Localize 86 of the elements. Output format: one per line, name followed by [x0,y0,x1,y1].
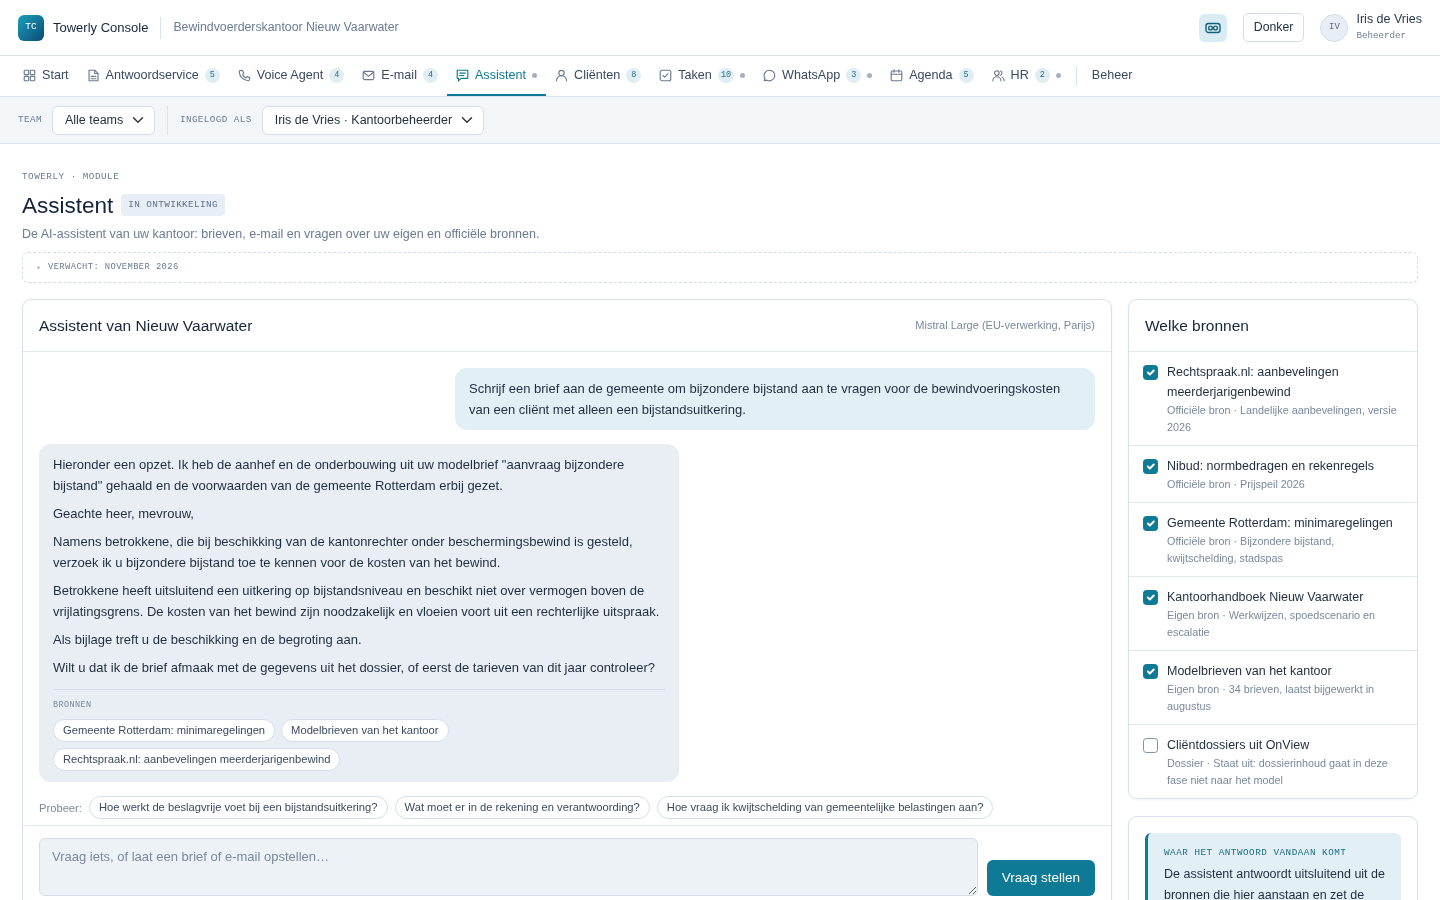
source-checkbox[interactable] [1143,458,1158,474]
chat-icon [455,68,469,82]
callout-title: WAAR HET ANTWOORD VANDAAN KOMT [1164,845,1348,860]
source-title: Modelbrieven van het kantoor [1167,662,1333,680]
message-text: Wilt u dat ik de brief afmaak met de gegevens uit het dossier, of eerst de tarieven van dit jaar controleer? [53,658,656,677]
source-title: Gemeente Rotterdam: minimaregelingen [1167,514,1394,532]
person-icon [555,68,569,82]
nav-tab[interactable]: Cliënten 8 [546,56,651,96]
count-badge: 5 [958,67,974,83]
user-role: Beheerder [1356,28,1408,43]
page-title: Assistent [22,191,114,219]
expected-date-text: VERWACHT: NOVEMBER 2026 [48,260,179,274]
nav-tab[interactable]: Agenda 5 [881,56,983,96]
source-meta: Officiële bron · Bijzondere bijstand, kwijtschelding, stadspas [1167,533,1336,566]
card-title: Welke bronnen [1145,315,1249,336]
count-badge: 3 [846,67,862,83]
nav-tab[interactable]: WhatsApp 3 [754,56,882,96]
message-text: Schrijf een brief aan de gemeente om bijzondere bijstand aan te vragen voor de bewindvoeringskosten van een cliënt met alleen een bijstandsuitkering. [469,379,1062,419]
nav-tab[interactable]: Start [14,56,78,96]
filter-select[interactable]: Alle teams [51,105,155,135]
bullet-icon [37,265,40,269]
message-input[interactable]: Vraag iets, of laat een brief of e-mail opstellen… [39,838,978,897]
app-name: Towerly Console [53,18,149,37]
callout-text: De assistent antwoordt uitsluitend uit de bronnen die hier aanstaan en zet de [1164,865,1385,900]
source-meta: Officiële bron · Prijspeil 2026 [1167,476,1306,492]
source-title: Nibud: normbedragen en rekenregels [1167,457,1375,475]
message-text: Hieronder een opzet. Ik heb de aanhef en de onderbouwing uit uw modelbrief "aanvraag bijzondere bijstand" gehaald en de voorwaarden van de gemeente Rotterdam erbij gezet. [53,455,626,495]
check-square-icon [659,68,673,82]
sources-label: BRONNEN [53,698,93,712]
model-name: Mistral Large (EU-verwerking, Parijs) [915,317,1095,333]
source-title: Cliëntdossiers uit OnView [1167,736,1311,754]
source-checkbox[interactable] [1143,515,1158,531]
count-badge: 8 [626,67,642,83]
nav-link[interactable]: Beheer [1082,56,1142,96]
message-text: Als bijlage treft u de beschikking en de begroting aan. [53,630,363,649]
count-badge: 10 [717,67,735,83]
count-badge: 2 [1034,67,1050,83]
user-avatar: IV [1320,13,1349,42]
source-chip[interactable]: Gemeente Rotterdam: minimaregelingen [53,719,276,743]
filter-label: INGELOGD ALS [179,113,252,127]
source-meta: Officiële bron · Landelijke aanbevelingen, versie 2026 [1167,402,1398,435]
eyebrow-text: TOWERLY · MODULE [22,170,121,184]
people-icon [991,68,1005,82]
calendar-icon [890,68,904,82]
document-icon [86,68,100,82]
suggestion-chip[interactable]: Wat moet er in de rekening en verantwoording? [394,796,650,820]
count-badge: 5 [204,67,220,83]
phone-icon [237,68,251,82]
filter-select[interactable]: Iris de Vries · Kantoorbeheerder [261,105,484,135]
nav-tab[interactable]: Antwoordservice 5 [77,56,229,96]
suggestion-chip[interactable]: Hoe vraag ik kwijtschelding van gemeentelijke belastingen aan? [656,796,994,820]
user-name: Iris de Vries [1356,10,1422,27]
source-meta: Eigen bron · 34 brieven, laatst bijgewerkt in augustus [1167,681,1376,714]
message-text: Namens betrokkene, die bij beschikking van de kantonrechter onder beschermingsbewind is gesteld, verzoek ik u bijzondere bijstand toe te kennen voor de kosten van het bewind. [53,532,634,572]
source-checkbox[interactable] [1143,737,1158,753]
grid-icon [23,68,36,82]
send-button[interactable]: Vraag stellen [986,860,1095,897]
message-text: Betrokkene heeft uitsluitend een uitkering op bijstandsniveau en beschikt niet over vermogen boven de vrijlatingsgrens. De kosten van het bewind zijn noodzakelijk en vloeien voort uit een rechterlijke uitspraak. [53,581,661,621]
speech-bubble-icon [763,68,777,82]
app-logo: TC [18,14,44,41]
nav-tab[interactable]: Taken 10 [650,56,755,96]
source-checkbox[interactable] [1143,589,1158,605]
page-description: De AI-assistent van uw kantoor: brieven, e-mail en vragen over uw eigen en officiële bronnen. [22,225,541,243]
nav-tab[interactable]: Voice Agent 4 [228,56,354,96]
suggestion-chip[interactable]: Hoe werkt de beslagvrije voet bij een bijstandsuitkering? [88,796,388,820]
status-badge: IN ONTWIKKELING [121,194,225,217]
source-meta: Eigen bron · Werkwijzen, spoedscenario en escalatie [1167,607,1377,640]
source-chip[interactable]: Modelbrieven van het kantoor [281,719,449,743]
source-checkbox[interactable] [1143,663,1158,679]
nav-tab[interactable]: HR 2 [982,56,1070,96]
goggles-button[interactable] [1198,13,1227,42]
source-chip[interactable]: Rechtspraak.nl: aanbevelingen meerderjarigenbewind [53,748,341,772]
count-badge: 4 [422,67,438,83]
nav-tab[interactable]: E-mail 4 [353,56,447,96]
card-title: Assistent van Nieuw Vaarwater [39,315,253,336]
envelope-icon [362,68,376,82]
source-title: Kantoorhandboek Nieuw Vaarwater [1167,588,1365,606]
suggestions-label: Probeer: [39,800,82,816]
filter-label: TEAM [18,113,42,127]
source-meta: Dossier · Staat uit: dossierinhoud gaat in deze fase niet naar het model [1167,755,1389,788]
office-name: Bewindvoerderskantoor Nieuw Vaarwater [173,19,399,37]
count-badge: 4 [329,67,345,83]
source-checkbox[interactable] [1143,364,1158,380]
message-text: Geachte heer, mevrouw, [53,504,195,523]
source-title: Rechtspraak.nl: aanbevelingen meerderjarigenbewind [1167,363,1340,401]
theme-button[interactable]: Donker [1242,13,1305,42]
